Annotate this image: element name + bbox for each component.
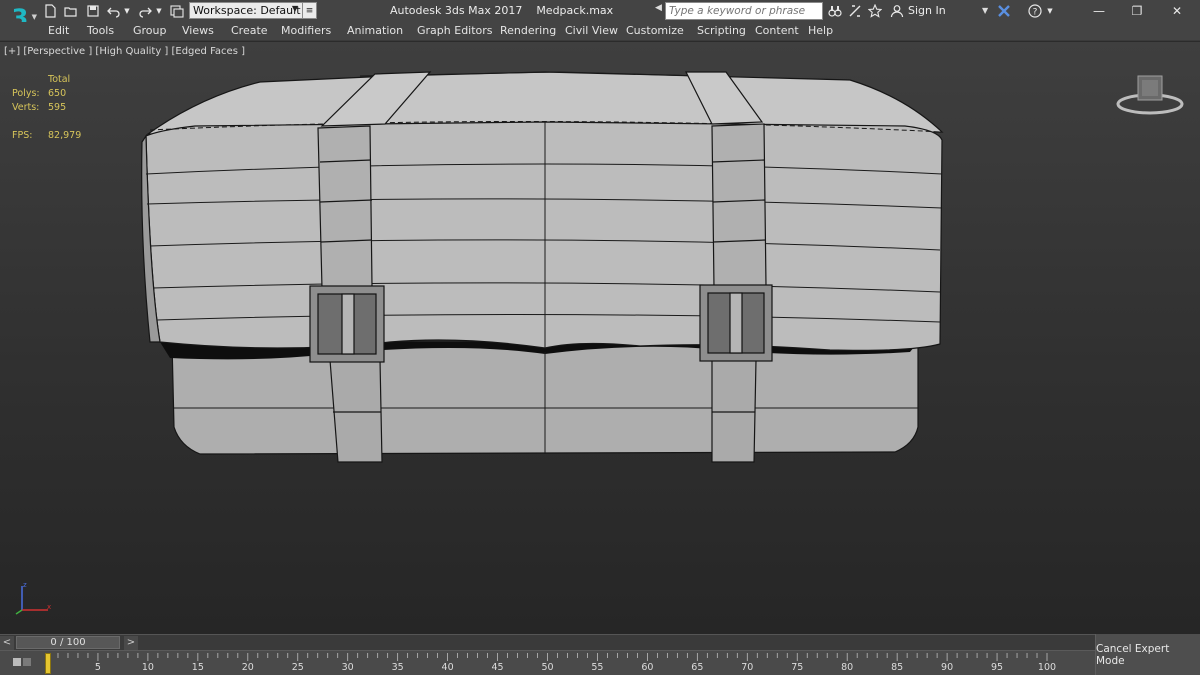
close-button[interactable]: ✕ <box>1154 0 1200 22</box>
frame-tick-label: 45 <box>491 662 504 673</box>
sign-in-link[interactable]: Sign In <box>908 4 946 17</box>
redo-dropdown-icon[interactable]: ▼ <box>154 3 164 19</box>
frame-tick-label: 95 <box>991 662 1004 673</box>
search-input[interactable] <box>665 2 823 20</box>
close-icon: ✕ <box>1171 4 1183 18</box>
key-filter-icon[interactable] <box>12 656 34 668</box>
new-file-icon[interactable] <box>42 3 58 19</box>
right-buckle <box>699 284 773 362</box>
menu-civil-view[interactable]: Civil View <box>565 24 618 37</box>
svg-text:?: ? <box>1033 8 1038 18</box>
menu-scripting[interactable]: Scripting <box>697 24 746 37</box>
star-icon[interactable] <box>867 3 883 19</box>
workspace-menu-button[interactable]: ≡ <box>303 2 317 19</box>
frame-tick-label: 100 <box>1037 662 1057 673</box>
open-file-icon[interactable] <box>63 3 79 19</box>
frame-tick-label: 85 <box>891 662 904 673</box>
left-buckle <box>309 285 385 363</box>
track-bar[interactable]: 5 10 15 20 25 30 35 40 45 50 55 60 65 70 75 80 85 90 95 100 <box>0 650 1095 675</box>
menu-graph-editors[interactable]: Graph Editors <box>417 24 493 37</box>
frame-tick-label: 15 <box>191 662 204 673</box>
menu-views[interactable]: Views <box>182 24 214 37</box>
cancel-expert-mode-button[interactable]: Cancel Expert Mode <box>1095 634 1200 675</box>
undo-dropdown-icon[interactable]: ▼ <box>122 3 132 19</box>
frame-tick-label: 65 <box>691 662 704 673</box>
perspective-viewport[interactable]: [+] [Perspective ] [High Quality ] [Edge… <box>0 42 1200 634</box>
title-bar: 3 ▼ ▼ ▼ Workspace: Default ▼ ≡ Autodesk … <box>0 0 1200 30</box>
chevron-down-icon: ▼ <box>31 13 37 21</box>
save-icon[interactable] <box>85 3 101 19</box>
frame-tick-label: 30 <box>341 662 354 673</box>
frame-tick-label: 35 <box>391 662 404 673</box>
search-expand-icon[interactable]: ◀ <box>655 3 662 13</box>
medpack-model[interactable] <box>0 42 1200 634</box>
frame-tick-label: 20 <box>241 662 254 673</box>
menu-bar: Edit Tools Group Views Create Modifiers … <box>0 22 1200 41</box>
frame-tick-label: 60 <box>641 662 654 673</box>
menu-tools[interactable]: Tools <box>87 24 114 37</box>
slider-prev-icon[interactable]: < <box>0 636 14 650</box>
project-folder-icon[interactable] <box>169 3 185 19</box>
autodesk-exchange-icon[interactable] <box>996 3 1012 19</box>
frame-tick-label: 25 <box>291 662 304 673</box>
cancel-expert-mode-label: Cancel Expert Mode <box>1096 642 1170 667</box>
menu-customize[interactable]: Customize <box>626 24 684 37</box>
menu-rendering[interactable]: Rendering <box>500 24 556 37</box>
frame-tick-label: 70 <box>741 662 754 673</box>
slider-next-icon[interactable]: > <box>124 636 138 650</box>
help-dropdown-icon[interactable]: ▼ <box>1045 3 1055 19</box>
frame-tick-label: 55 <box>591 662 604 673</box>
axis-tripod-icon: z x <box>15 582 51 615</box>
viewcube-icon[interactable] <box>1114 70 1186 120</box>
help-icon[interactable]: ? <box>1027 3 1043 19</box>
chevron-down-icon: ▼ <box>291 4 298 13</box>
svg-text:x: x <box>47 603 51 611</box>
current-frame-marker[interactable] <box>45 653 51 674</box>
menu-group[interactable]: Group <box>133 24 167 37</box>
menu-help[interactable]: Help <box>808 24 833 37</box>
minimize-icon: — <box>1093 4 1105 18</box>
frame-tick-label: 80 <box>841 662 854 673</box>
binoculars-icon[interactable] <box>827 3 843 19</box>
menu-modifiers[interactable]: Modifiers <box>281 24 331 37</box>
workspace-dropdown[interactable]: Workspace: Default ▼ <box>189 2 303 19</box>
svg-text:z: z <box>23 582 27 589</box>
frame-tick-label: 75 <box>791 662 804 673</box>
frame-tick-label: 10 <box>141 662 154 673</box>
undo-icon[interactable] <box>106 3 122 19</box>
chevron-down-icon[interactable]: ▼ <box>982 6 988 15</box>
menu-animation[interactable]: Animation <box>347 24 403 37</box>
workspace-label: Workspace: Default <box>193 4 301 17</box>
redo-icon[interactable] <box>137 3 153 19</box>
bag-lid-front <box>145 121 943 351</box>
frame-tick-label: 40 <box>441 662 454 673</box>
time-slider-thumb[interactable]: 0 / 100 <box>16 636 120 649</box>
restore-icon: ❐ <box>1131 4 1143 18</box>
menu-lines-icon: ≡ <box>305 5 314 16</box>
time-slider[interactable]: < 0 / 100 > <box>0 634 1095 650</box>
menu-create[interactable]: Create <box>231 24 268 37</box>
frame-tick-label: 90 <box>941 662 954 673</box>
menu-content[interactable]: Content <box>755 24 799 37</box>
user-icon[interactable] <box>889 3 905 19</box>
menu-edit[interactable]: Edit <box>48 24 69 37</box>
communication-center-icon[interactable] <box>847 3 863 19</box>
frame-tick-label: 50 <box>541 662 554 673</box>
window-title: Autodesk 3ds Max 2017 Medpack.max <box>390 4 614 17</box>
frame-tick-label: 5 <box>94 662 101 673</box>
